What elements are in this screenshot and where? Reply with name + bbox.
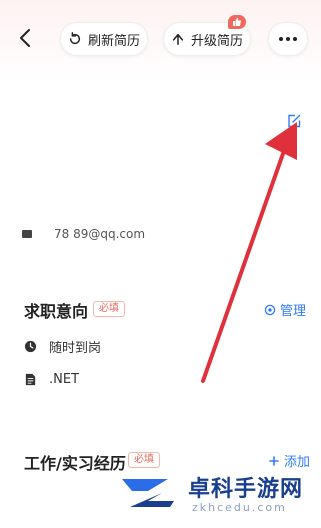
required-badge: 必填 [93,301,125,317]
refresh-resume-button[interactable]: 刷新简历 [60,22,148,56]
job-intention-title: 求职意向 [24,302,89,321]
more-options-button[interactable] [268,22,308,56]
watermark-domain: zkhcedu.com [192,501,287,514]
more-dot-icon [279,37,283,41]
availability-row: 随时到岗 [24,337,101,356]
manage-intention-button[interactable]: 管理 [264,300,306,319]
more-dot-icon [293,37,297,41]
upload-arrow-icon [172,33,184,45]
edit-icon [288,114,301,128]
refresh-resume-label: 刷新简历 [87,33,140,49]
work-experience-title: 工作/实习经历 [24,454,126,473]
more-dot-icon [286,37,290,41]
thumbs-up-icon [233,18,241,26]
upgrade-resume-label: 升级简历 [190,33,243,49]
clock-icon [24,340,37,353]
required-badge: 必填 [128,452,160,468]
edit-profile-button[interactable] [287,113,301,128]
upgrade-resume-button[interactable]: 升级简历 [163,15,251,56]
watermark-text: 卓科手游网 [188,477,304,502]
document-icon [25,373,36,386]
manage-label: 管理 [280,304,307,319]
plus-icon [269,455,279,466]
chevron-left-icon [20,29,30,47]
settings-icon [264,304,276,315]
position-text: .NET [49,372,80,387]
watermark-logo-icon [122,479,174,507]
back-button[interactable] [14,26,38,50]
mail-icon [22,230,32,238]
watermark: 卓科手游网 zkhcedu.com [118,467,318,523]
contact-email-text: 78 89@qq.com [54,227,146,241]
thumbs-up-badge [228,15,246,29]
contact-email-row: 78 89@qq.com [22,225,145,243]
availability-text: 随时到岗 [49,341,102,356]
position-row: .NET [24,372,79,387]
refresh-icon [69,32,81,45]
